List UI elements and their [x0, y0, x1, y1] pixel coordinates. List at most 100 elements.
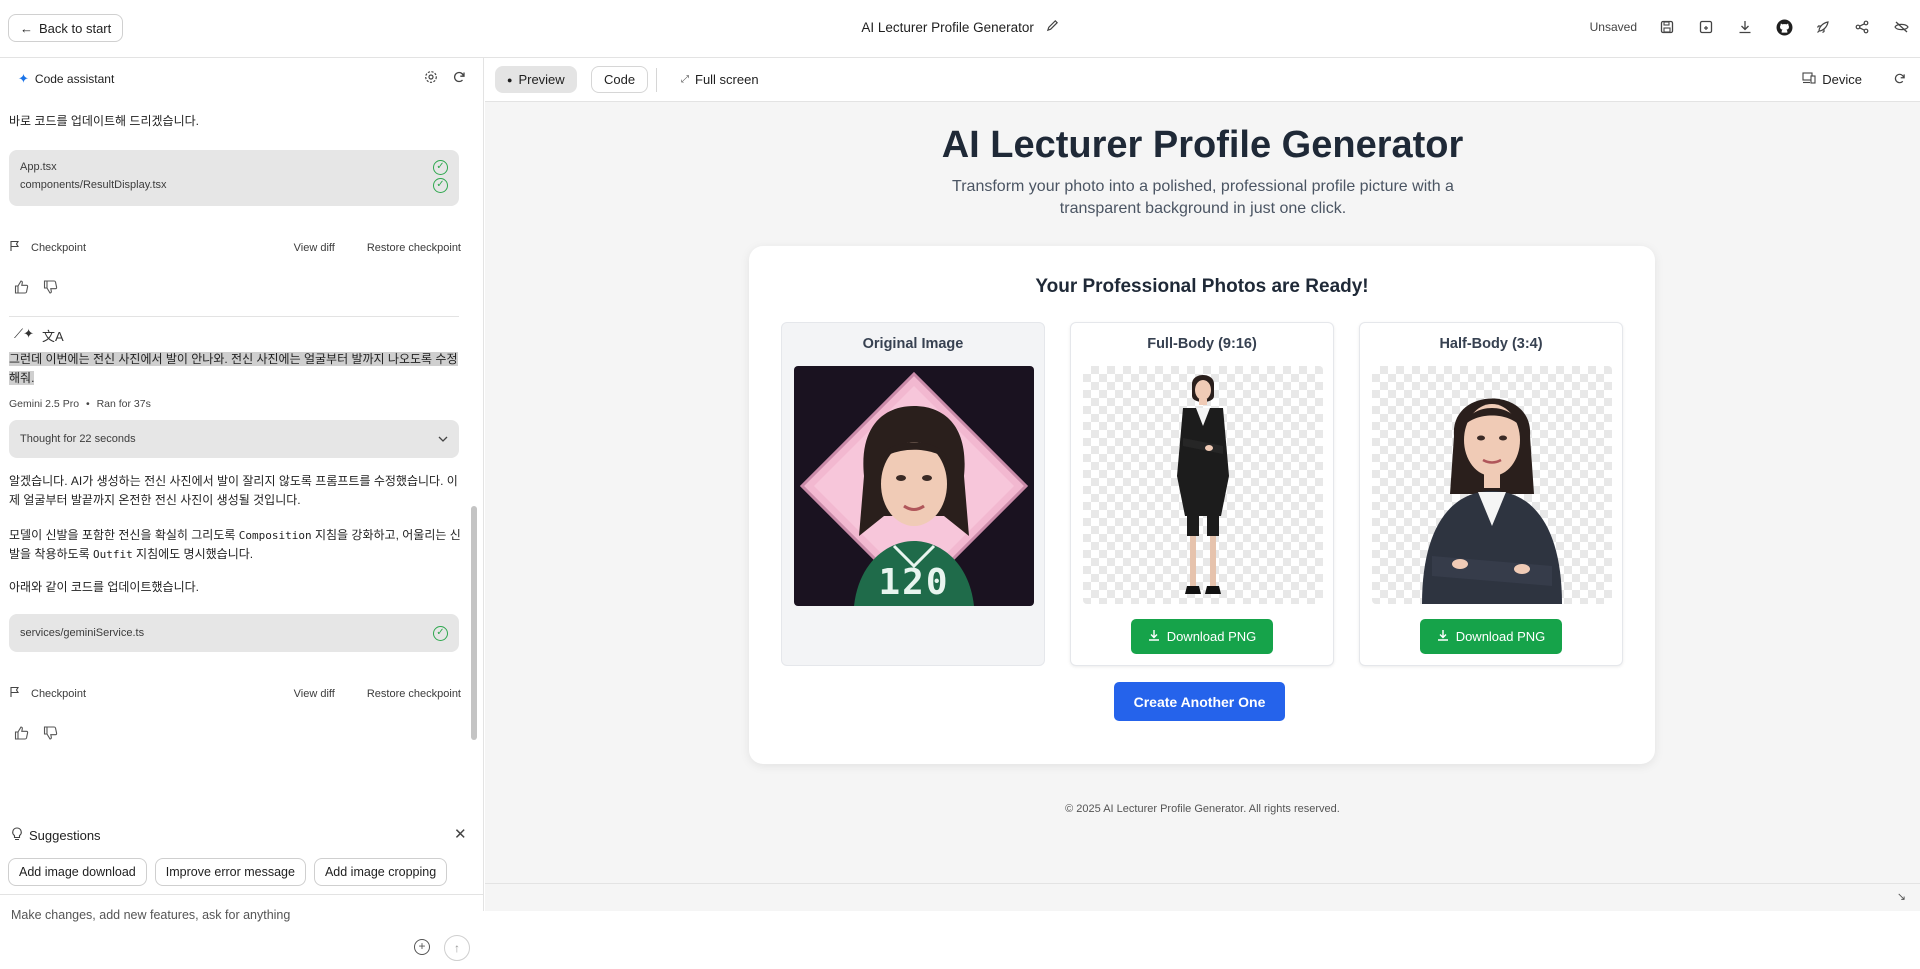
save-icon[interactable] [1656, 16, 1678, 38]
thought-label: Thought for 22 seconds [20, 433, 136, 445]
top-right-actions: Unsaved [1590, 16, 1912, 38]
edit-pencil-icon[interactable] [1046, 20, 1059, 35]
tab-code[interactable]: Code [591, 66, 649, 93]
restore-checkpoint-button[interactable]: Restore checkpoint [367, 688, 461, 700]
back-to-start-button[interactable]: ← Back to start [8, 14, 124, 42]
code-assistant-header: ✦ Code assistant [0, 58, 484, 100]
results-title: Your Professional Photos are Ready! [1035, 276, 1369, 297]
view-diff-button[interactable]: View diff [294, 242, 335, 254]
code-assistant-title: Code assistant [34, 72, 115, 86]
top-bar: ← Back to start AI Lecturer Profile Gene… [0, 0, 1920, 58]
fullscreen-button[interactable]: ⤢ Full screen [669, 66, 771, 93]
full-body-photo [1083, 366, 1323, 604]
lightbulb-icon [11, 827, 23, 844]
checkpoint-row: Checkpoint View diff Restore checkpoint [9, 240, 461, 255]
thumbs-up-icon[interactable] [14, 726, 29, 743]
panel-title: Half-Body (3:4) [1439, 336, 1543, 352]
save-as-icon[interactable] [1695, 16, 1717, 38]
assistant-message: 바로 코드를 업데이트해 드리겠습니다. [9, 114, 199, 128]
app-title: AI Lecturer Profile Generator [941, 124, 1464, 166]
check-circle-icon: ✓ [433, 625, 448, 641]
tab-preview[interactable]: ● Preview [495, 66, 577, 93]
refresh-icon[interactable] [452, 70, 466, 87]
file-row[interactable]: App.tsx ✓ [20, 158, 448, 176]
app-subtitle: Transform your photo into a polished, pr… [952, 178, 1454, 217]
suggestions-title: Suggestions [29, 828, 101, 843]
user-message-text: 그런데 이번에는 전신 사진에서 발이 안나와. 전신 사진에는 얼굴부터 발까… [9, 352, 458, 385]
original-image-panel: Original Image 120 [781, 322, 1045, 666]
tab-code-label: Code [604, 72, 636, 87]
checkpoint-label: Checkpoint [31, 687, 87, 700]
download-png-button[interactable]: Download PNG [1420, 619, 1562, 654]
inline-code: Outfit [92, 548, 133, 561]
download-png-button[interactable]: Download PNG [1131, 619, 1273, 654]
code-assistant-panel: ✦ Code assistant 바로 코드를 업데이트해 드리겠습니다. Ap… [0, 58, 484, 961]
github-icon[interactable] [1773, 16, 1795, 38]
suggestion-chip[interactable]: Add image download [8, 858, 147, 886]
restore-checkpoint-button[interactable]: Restore checkpoint [367, 242, 461, 254]
model-name: Gemini 2.5 Pro [9, 398, 80, 410]
file-row[interactable]: services/geminiService.ts ✓ [20, 624, 448, 642]
changed-files-box[interactable]: App.tsx ✓ components/ResultDisplay.tsx ✓ [9, 150, 459, 206]
prompt-placeholder: Make changes, add new features, ask for … [11, 908, 291, 922]
dot-icon: ● [507, 74, 513, 85]
device-label: Device [1822, 72, 1862, 87]
suggestion-chip[interactable]: Improve error message [154, 858, 306, 886]
thumbs-down-icon[interactable] [43, 280, 58, 297]
resize-handle-icon[interactable]: ↘ [1897, 890, 1906, 903]
download-icon [1437, 629, 1449, 644]
thumbs-down-icon[interactable] [43, 726, 58, 743]
back-label: Back to start [39, 20, 112, 36]
file-row[interactable]: components/ResultDisplay.tsx ✓ [20, 176, 448, 194]
selection-toolbar: ⟋✦ 文A [14, 326, 64, 345]
reply-text: 지침에도 명시했습니다. [132, 547, 254, 561]
project-title[interactable]: AI Lecturer Profile Generator [861, 20, 1034, 35]
full-body-panel: Full-Body (9:16) Download PNG [1070, 322, 1334, 666]
download-label: Download PNG [1455, 629, 1546, 644]
thought-collapsible[interactable]: Thought for 22 seconds [9, 420, 459, 458]
panel-title: Original Image [862, 336, 964, 352]
changed-files-box[interactable]: services/geminiService.ts ✓ [9, 614, 459, 652]
deploy-rocket-icon[interactable] [1812, 16, 1834, 38]
preview-panel: ● Preview Code ⤢ Full screen Device AI L… [485, 58, 1920, 911]
checkpoint-label: Checkpoint [31, 241, 87, 254]
original-number-badge: 120 [878, 562, 950, 603]
assistant-reply-p1: 알겠습니다. AI가 생성하는 전신 사진에서 발이 잘리지 않도록 프롬프트를… [9, 474, 458, 507]
hide-eye-slash-icon[interactable] [1890, 16, 1912, 38]
flag-icon [9, 240, 21, 255]
arrow-left-icon: ← [20, 20, 33, 36]
download-label: Download PNG [1166, 629, 1257, 644]
share-icon[interactable] [1851, 16, 1873, 38]
translate-icon[interactable]: 文A [42, 326, 64, 345]
download-icon[interactable] [1734, 16, 1756, 38]
checkpoint-row: Checkpoint View diff Restore checkpoint [9, 686, 461, 701]
prompt-input[interactable]: Make changes, add new features, ask for … [0, 894, 484, 969]
file-name: App.tsx [20, 161, 57, 173]
feedback-buttons [14, 726, 58, 743]
assistant-reply-p2: 모델이 신발을 포함한 전신을 확실히 그리도록 Composition 지침을… [9, 526, 461, 564]
run-meta: Gemini 2.5 Pro • Ran for 37s [9, 398, 151, 410]
sparkle-icon: ✦ [18, 71, 29, 86]
chat-history[interactable]: 바로 코드를 업데이트해 드리겠습니다. App.tsx ✓ component… [0, 100, 470, 805]
chevron-down-icon [438, 433, 448, 445]
inline-code: Composition [238, 529, 312, 542]
create-another-button[interactable]: Create Another One [1114, 682, 1285, 721]
reload-icon[interactable] [1893, 72, 1906, 88]
file-name: services/geminiService.ts [20, 627, 145, 639]
panel-title: Full-Body (9:16) [1147, 336, 1257, 352]
view-diff-button[interactable]: View diff [294, 688, 335, 700]
close-icon[interactable]: ✕ [454, 825, 467, 843]
device-button[interactable]: Device [1802, 72, 1862, 87]
add-attachment-icon[interactable]: + [414, 939, 430, 955]
save-status: Unsaved [1589, 20, 1637, 34]
assistant-reply-p3: 아래와 같이 코드를 업데이트했습니다. [9, 580, 199, 594]
message-divider [9, 316, 459, 317]
settings-gear-icon[interactable] [424, 70, 438, 87]
send-arrow-icon[interactable]: ↑ [444, 935, 470, 961]
results-card: Your Professional Photos are Ready! Orig… [749, 246, 1655, 764]
suggestion-chip[interactable]: Add image cropping [313, 858, 448, 886]
check-circle-icon: ✓ [433, 159, 448, 175]
thumbs-up-icon[interactable] [14, 280, 29, 297]
magic-wand-icon[interactable]: ⟋✦ [14, 326, 34, 345]
chat-scrollbar-thumb[interactable] [471, 506, 477, 740]
